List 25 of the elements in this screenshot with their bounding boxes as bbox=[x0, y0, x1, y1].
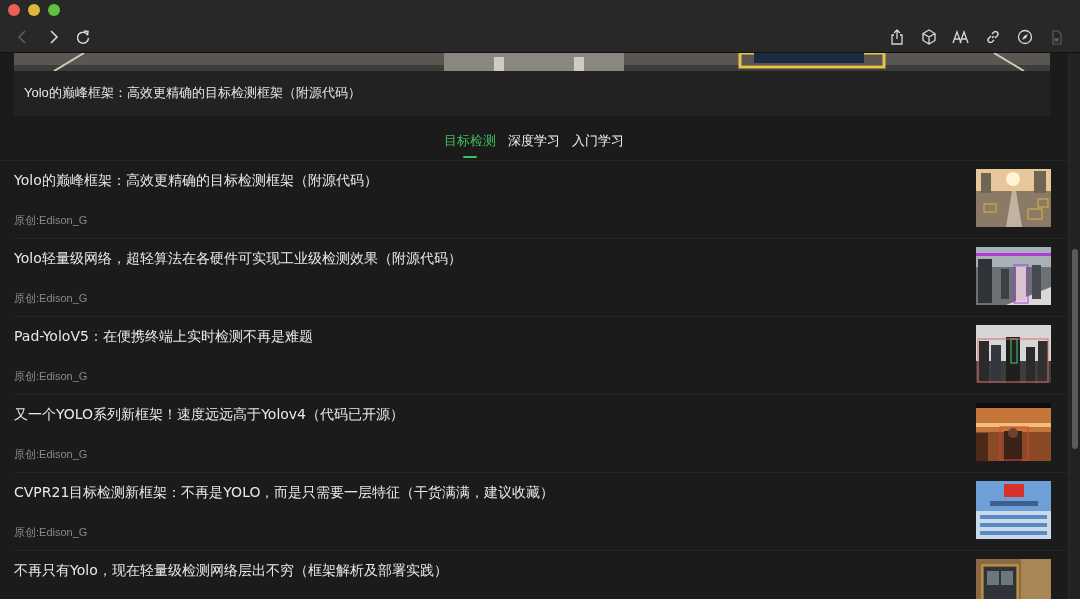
article-title[interactable]: Yolo的巅峰框架：高效更精确的目标检测框架（附源代码） bbox=[14, 169, 964, 189]
link-icon bbox=[984, 28, 1002, 46]
article-author: 原创:Edison_G bbox=[14, 291, 89, 306]
category-tab[interactable]: 入门学习 bbox=[572, 132, 624, 160]
article-author: 原创:Edison_G bbox=[14, 369, 89, 384]
article-caption: Yolo的巅峰框架：高效更精确的目标检测框架（附源代码） bbox=[23, 84, 362, 102]
text-size-icon bbox=[952, 28, 970, 46]
article-title[interactable]: Yolo轻量级网络，超轻算法在各硬件可实现工业级检测效果（附源代码） bbox=[14, 247, 964, 267]
article-title[interactable]: 又一个YOLO系列新框架！速度远远高于Yolov4（代码已开源） bbox=[14, 403, 964, 423]
article-author: 原创:Edison_G bbox=[14, 447, 89, 462]
scrollbar-thumb[interactable] bbox=[1072, 249, 1078, 449]
close-window-button[interactable] bbox=[8, 4, 20, 16]
article-title[interactable]: CVPR21目标检测新框架：不再是YOLO，而是只需要一层特征（干货满满，建议收藏） bbox=[14, 481, 964, 501]
article-author: 原创:Edison_G bbox=[14, 525, 89, 540]
zoom-window-button[interactable] bbox=[48, 4, 60, 16]
reload-icon bbox=[74, 28, 92, 46]
cube-icon bbox=[920, 28, 938, 46]
category-tab[interactable]: 深度学习 bbox=[508, 132, 560, 160]
article-title[interactable]: 不再只有Yolo，现在轻量级检测网络层出不穷（框架解析及部署实践） bbox=[14, 559, 964, 579]
share-icon bbox=[888, 28, 906, 46]
minimize-window-button[interactable] bbox=[28, 4, 40, 16]
compass-icon bbox=[1016, 28, 1034, 46]
article-title[interactable]: Pad-YoloV5：在便携终端上实时检测不再是难题 bbox=[14, 325, 964, 345]
article-author: 原创:Edison_G bbox=[14, 213, 89, 228]
category-tab[interactable]: 目标检测 bbox=[444, 132, 496, 160]
